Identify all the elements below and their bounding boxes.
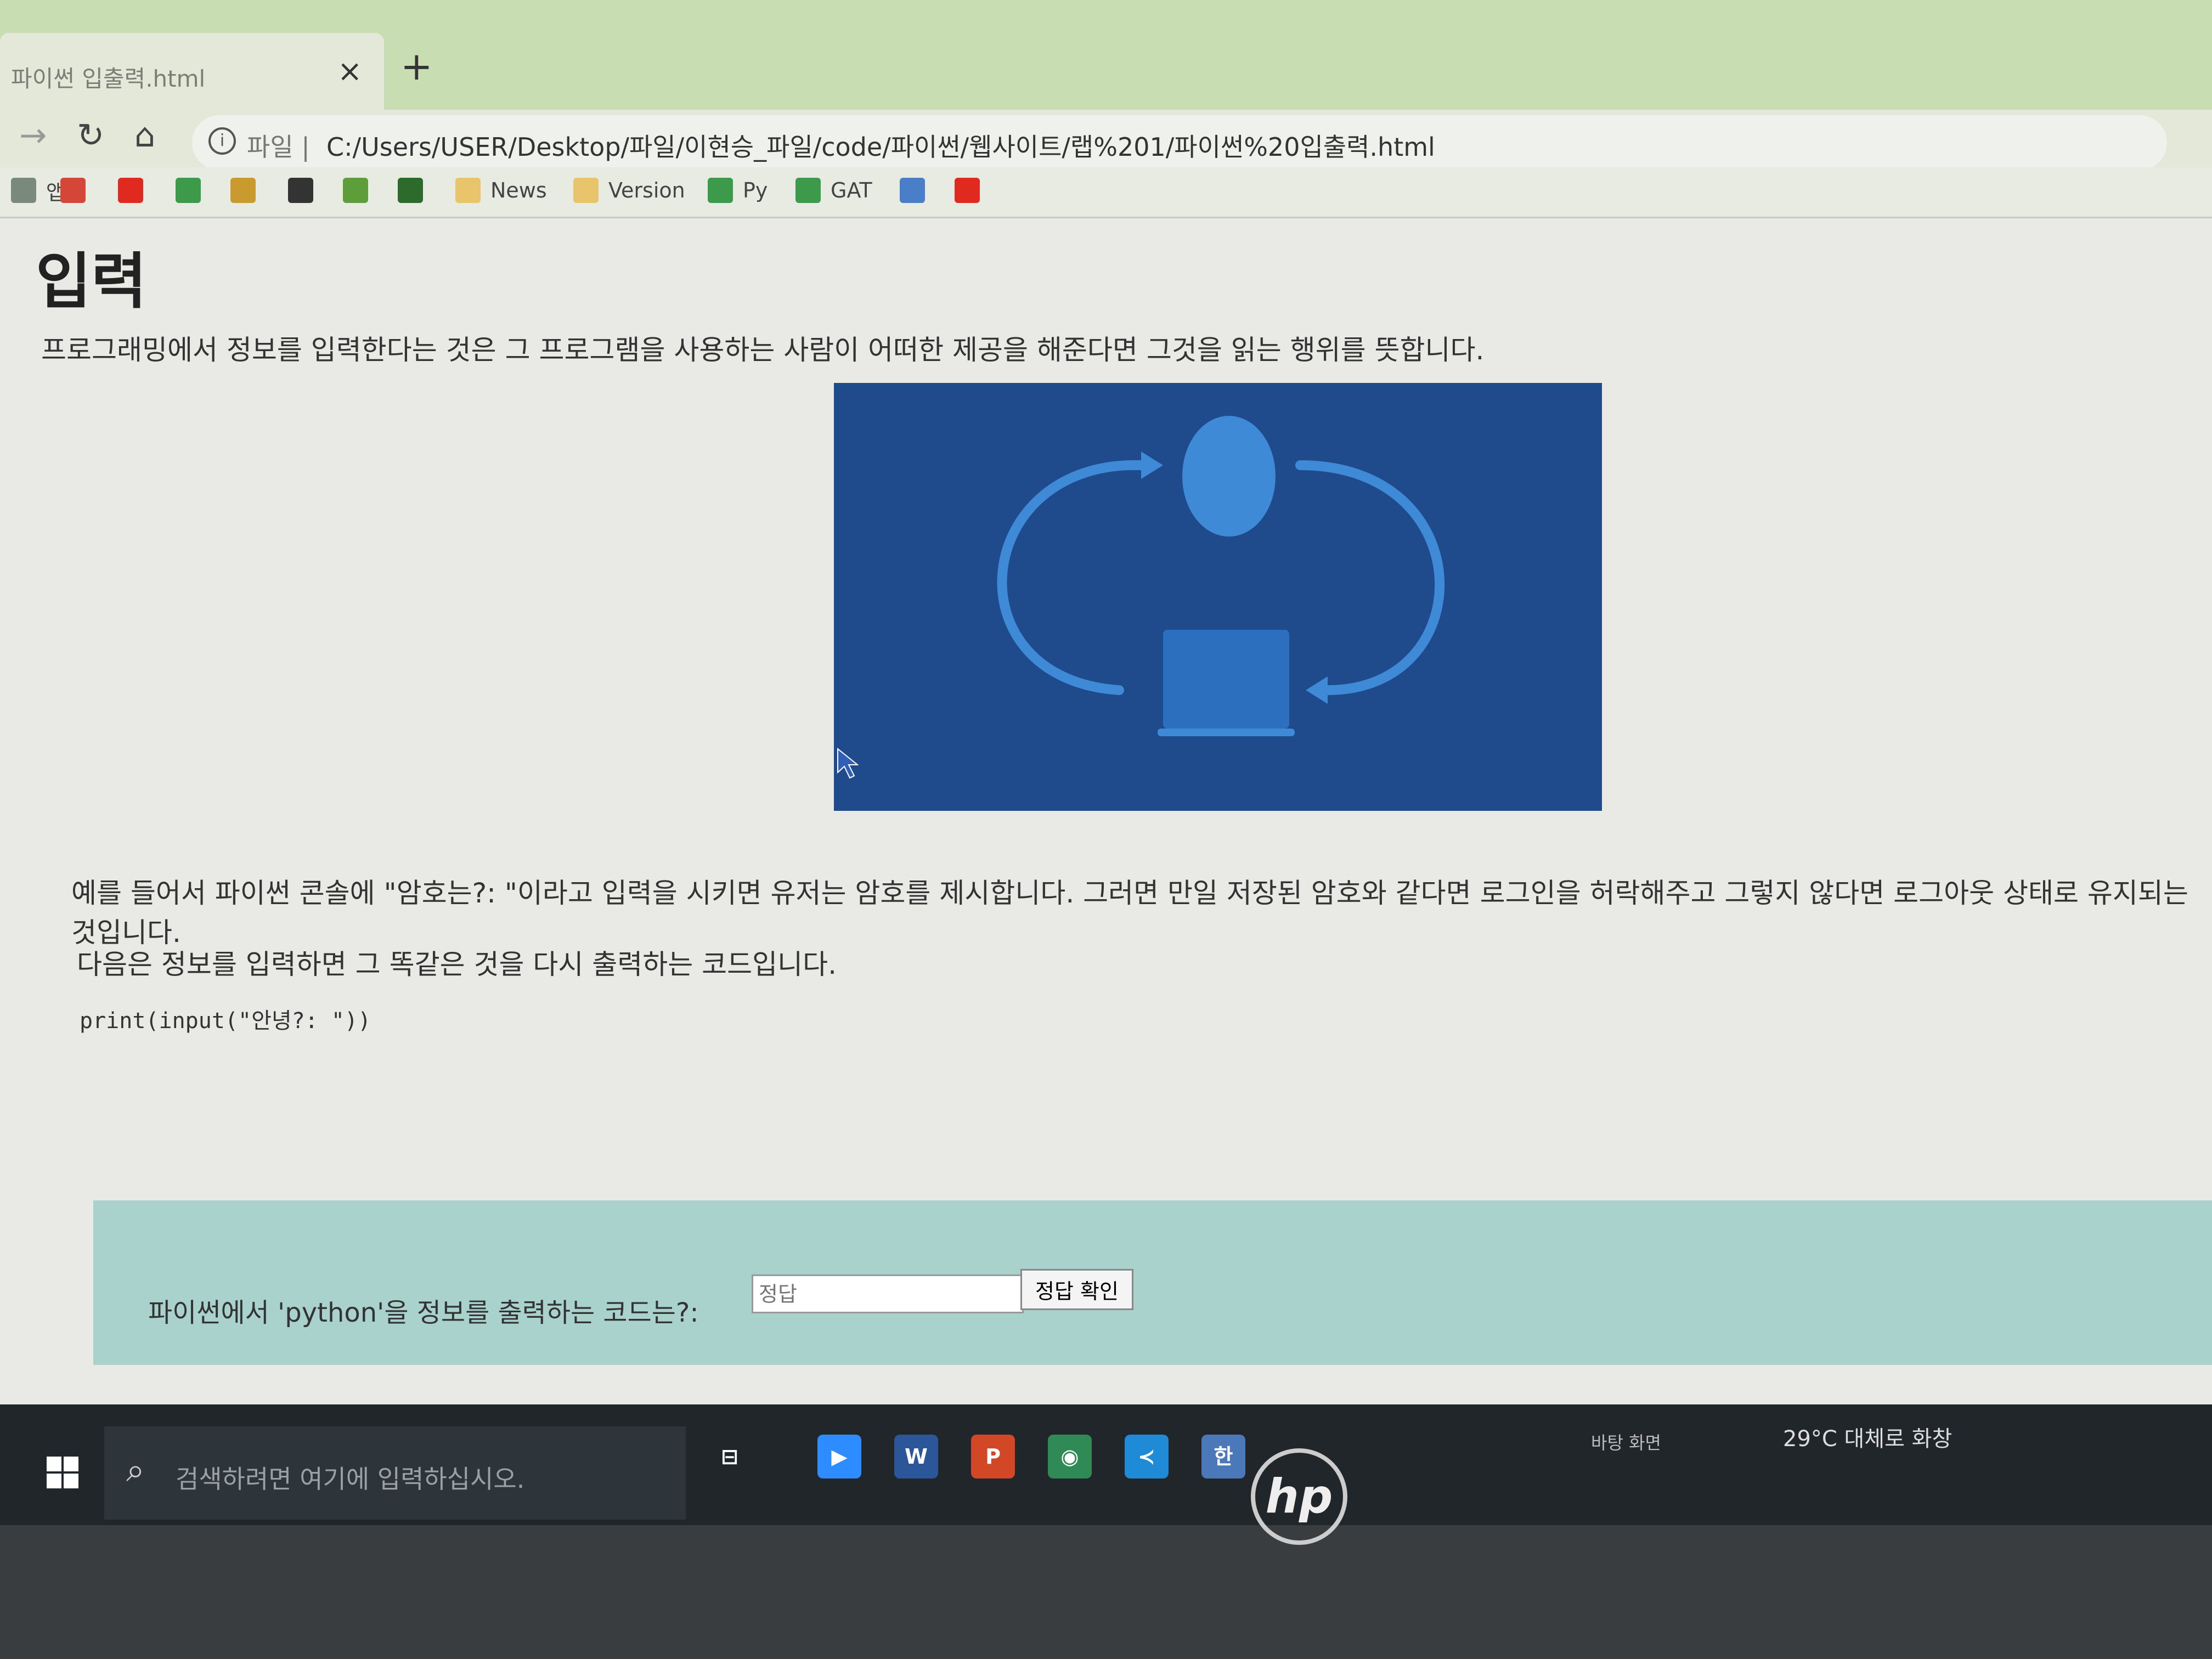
bookmark-8[interactable]: News <box>455 174 547 207</box>
w-icon <box>398 178 423 203</box>
youtube-icon <box>955 178 980 203</box>
folder-icon <box>455 178 481 203</box>
forward-icon[interactable]: → <box>19 116 47 155</box>
vscode-icon[interactable]: ≺ <box>1125 1435 1169 1479</box>
bookmark-11[interactable]: GAT <box>795 174 872 207</box>
new-tab-button[interactable]: + <box>400 44 433 89</box>
bookmarks-bar: 앱 News Version Py GAT <box>0 167 2212 218</box>
tab-strip: 파이썬 입출력.html × + <box>0 0 2212 126</box>
search-placeholder: 검색하려면 여기에 입력하십시오. <box>176 1464 525 1494</box>
folder-icon <box>573 178 599 203</box>
check-answer-button[interactable]: 정답 확인 <box>1020 1269 1133 1310</box>
drive-icon <box>176 178 201 203</box>
chrome-icon[interactable]: ◉ <box>1048 1435 1092 1479</box>
flame-icon <box>288 178 313 203</box>
hero-image <box>834 383 1602 811</box>
bookmark-2[interactable] <box>118 174 153 207</box>
answer-input[interactable] <box>752 1274 1024 1313</box>
reload-icon[interactable]: ↻ <box>77 116 104 155</box>
laptop-bezel: hp <box>0 1448 2212 1659</box>
bookmark-5[interactable] <box>288 174 323 207</box>
bookmark-9[interactable]: Version <box>573 174 685 207</box>
quiz-question: 파이썬에서 'python'을 정보를 출력하는 코드는?: <box>148 1297 699 1328</box>
bookmark-7[interactable] <box>398 174 433 207</box>
ga-icon <box>343 178 368 203</box>
tab-title: 파이썬 입출력.html <box>11 65 206 92</box>
tab-close-icon[interactable]: × <box>337 54 362 88</box>
bookmark-0[interactable]: 앱 <box>11 174 65 207</box>
bookmark-label: Version <box>608 178 685 202</box>
apps-icon <box>11 178 36 203</box>
drive-icon <box>708 178 733 203</box>
bookmark-6[interactable] <box>343 174 378 207</box>
quiz-panel: 파이썬에서 'python'을 정보를 출력하는 코드는?: 정답 확인 <box>93 1200 2212 1365</box>
desktop-label[interactable]: 바탕 화면 <box>1591 1429 1661 1454</box>
bookmark-3[interactable] <box>176 174 211 207</box>
bookmark-1[interactable] <box>60 174 95 207</box>
home-icon[interactable]: ⌂ <box>134 116 155 155</box>
bookmark-12[interactable] <box>900 174 935 207</box>
bookmark-label: GAT <box>831 178 872 202</box>
page-heading: 입력 <box>36 246 147 317</box>
powerpoint-icon[interactable]: P <box>971 1435 1015 1479</box>
word-icon[interactable]: W <box>894 1435 938 1479</box>
screen: 파이썬 입출력.html × + → ↻ ⌂ i 파일 | C:/Users/U… <box>0 0 2212 1525</box>
info-icon[interactable]: i <box>208 127 236 155</box>
example-paragraph: 예를 들어서 파이썬 콘솔에 "암호는?: "이라고 입력을 시키면 유저는 암… <box>71 877 2188 949</box>
next-paragraph: 다음은 정보를 입력하면 그 똑같은 것을 다시 출력하는 코드입니다. <box>77 949 837 980</box>
mouse-cursor-icon <box>837 748 859 779</box>
page-content: 입력 프로그래밍에서 정보를 입력한다는 것은 그 프로그램을 사용하는 사람이… <box>0 218 2212 1525</box>
hp-logo: hp <box>1251 1448 1347 1545</box>
url-text[interactable]: C:/Users/USER/Desktop/파일/이현승_파일/code/파이썬… <box>326 127 1435 163</box>
drive-icon <box>795 178 821 203</box>
windows-start-icon[interactable] <box>47 1457 80 1489</box>
hangul-icon[interactable]: 한 <box>1201 1435 1245 1479</box>
classroom-icon <box>230 178 256 203</box>
bookmark-label: Py <box>743 178 768 202</box>
browser-toolbar: → ↻ ⌂ i 파일 | C:/Users/USER/Desktop/파일/이현… <box>0 110 2212 176</box>
bookmark-4[interactable] <box>230 174 266 207</box>
gmail-icon <box>60 178 86 203</box>
address-scheme: 파일 | <box>247 132 310 162</box>
bookmark-13[interactable] <box>955 174 990 207</box>
search-icon: ⌕ <box>126 1451 145 1489</box>
weather-widget[interactable]: 29°C 대체로 화창 <box>1783 1421 1952 1453</box>
input-output-loop-illustration <box>997 416 1445 736</box>
address-bar[interactable]: i 파일 | C:/Users/USER/Desktop/파일/이현승_파일/c… <box>192 115 2167 170</box>
code-sample: print(input("안녕?: ")) <box>80 1008 371 1034</box>
taskbar-search[interactable]: ⌕ 검색하려면 여기에 입력하십시오. <box>104 1426 686 1520</box>
bootstrap-icon <box>900 178 925 203</box>
bookmark-10[interactable]: Py <box>708 174 768 207</box>
intro-paragraph: 프로그래밍에서 정보를 입력한다는 것은 그 프로그램을 사용하는 사람이 어떠… <box>41 334 1485 366</box>
zoom-icon[interactable]: ▶ <box>817 1435 861 1479</box>
bookmark-label: News <box>490 178 547 202</box>
windows-taskbar: ⌕ 검색하려면 여기에 입력하십시오. ⊟ ▶ W P ◉ ≺ 한 바탕 화면 29°C 대… <box>0 1404 2212 1525</box>
task-view-icon[interactable]: ⊟ <box>708 1435 752 1479</box>
youtube-icon <box>118 178 143 203</box>
